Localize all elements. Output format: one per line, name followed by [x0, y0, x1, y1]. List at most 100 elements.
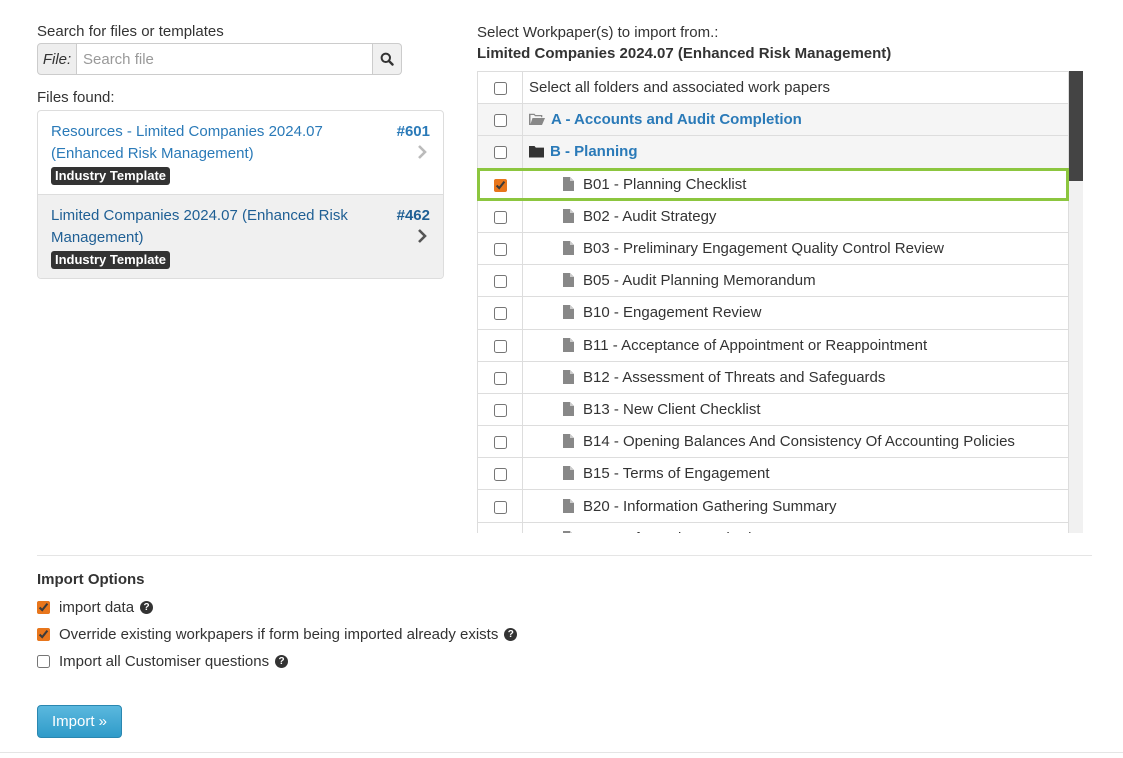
folder-checkbox[interactable] — [493, 146, 507, 160]
file-search-panel: Search for files or templates File: File… — [37, 22, 444, 279]
workpaper-label: B15 - Terms of Engagement — [583, 465, 770, 483]
workpaper-checkbox[interactable] — [493, 436, 507, 450]
workpaper-label: B13 - New Client Checklist — [583, 400, 761, 418]
file-icon — [563, 176, 574, 191]
select-all-label: Select all folders and associated work p… — [522, 71, 1069, 105]
override-existing-checkbox[interactable] — [37, 627, 50, 641]
files-list: Resources - Limited Companies 2024.07 (E… — [37, 110, 444, 279]
workpaper-label: B11 - Acceptance of Appointment or Reapp… — [583, 336, 928, 354]
folder-checkbox[interactable] — [493, 114, 507, 128]
search-label: Search for files or templates — [37, 23, 224, 40]
workpaper-row: B15 - Terms of Engagement — [477, 457, 1069, 491]
industry-template-badge: Industry Template — [51, 167, 171, 185]
import-options-title: Import Options — [37, 571, 145, 588]
workpaper-checkbox[interactable] — [493, 178, 507, 192]
option-label: Import all Customiser questions — [59, 652, 270, 670]
workpaper-row: B05 - Audit Planning Memorandum — [477, 264, 1069, 298]
chevron-right-icon — [418, 229, 427, 243]
file-icon — [563, 241, 574, 256]
option-import-customiser: Import all Customiser questions ? — [37, 651, 517, 671]
file-icon — [563, 434, 574, 449]
file-name: Limited Companies 2024.07 (Enhanced Risk… — [51, 207, 348, 246]
select-all-row: Select all folders and associated work p… — [477, 71, 1069, 105]
workpaper-label: B02 - Audit Strategy — [583, 207, 717, 225]
workpaper-checkbox[interactable] — [493, 500, 507, 514]
file-icon — [563, 530, 573, 533]
search-addon: File: — [37, 43, 77, 75]
scrollbar[interactable] — [1069, 71, 1083, 533]
workpaper-checkbox[interactable] — [493, 307, 507, 321]
folder-link[interactable]: B - Planning — [550, 143, 638, 160]
workpaper-row: B12 - Assessment of Threats and Safeguar… — [477, 360, 1069, 394]
workpaper-label: B05 - Audit Planning Memorandum — [583, 272, 816, 290]
folder-open-icon — [529, 114, 545, 126]
workpaper-row: B11 - Acceptance of Appointment or Reapp… — [477, 328, 1069, 362]
workpaper-panel: Select Workpaper(s) to import from.: Lim… — [477, 22, 1083, 533]
industry-template-badge: Industry Template — [51, 251, 171, 269]
file-number: #462 — [396, 207, 430, 224]
import-options: Import Options import data ? Override ex… — [37, 570, 518, 671]
search-button[interactable] — [373, 43, 402, 75]
file-icon — [563, 305, 574, 320]
workpaper-label: B10 - Engagement Review — [583, 304, 762, 322]
search-group: File: — [37, 43, 402, 75]
search-icon — [380, 52, 394, 66]
files-found-label: Files found: — [37, 89, 115, 106]
workpaper-row: B14 - Opening Balances And Consistency O… — [477, 425, 1069, 459]
workpaper-source-title: Limited Companies 2024.07 (Enhanced Risk… — [477, 45, 892, 62]
folder-link[interactable]: A - Accounts and Audit Completion — [551, 111, 802, 128]
file-name: Resources - Limited Companies 2024.07 (E… — [51, 123, 323, 162]
option-label: import data — [59, 598, 135, 616]
workpaper-label: B01 - Planning Checklist — [583, 175, 747, 193]
file-number: #601 — [396, 123, 430, 140]
file-icon — [563, 466, 574, 481]
workpaper-label: B22 - Information Gathering Request — [583, 530, 828, 533]
workpaper-checkbox[interactable] — [493, 339, 507, 353]
workpaper-label: B12 - Assessment of Threats and Safeguar… — [583, 368, 886, 386]
help-icon[interactable]: ? — [275, 654, 289, 668]
workpaper-checkbox[interactable] — [493, 275, 507, 289]
workpaper-label: B03 - Preliminary Engagement Quality Con… — [583, 240, 944, 258]
import-customiser-checkbox[interactable] — [37, 654, 50, 668]
select-all-checkbox[interactable] — [493, 82, 507, 96]
import-button[interactable]: Import » — [37, 705, 122, 738]
workpaper-checkbox[interactable] — [493, 371, 507, 385]
file-icon — [563, 273, 574, 288]
help-icon[interactable]: ? — [504, 627, 518, 641]
option-label: Override existing workpapers if form bei… — [59, 625, 499, 643]
divider — [37, 555, 1092, 556]
import-data-checkbox[interactable] — [37, 600, 50, 614]
scrollbar-thumb[interactable] — [1069, 71, 1083, 181]
option-import-data: import data ? — [37, 597, 517, 617]
folder-row: B - Planning — [477, 135, 1069, 169]
help-icon[interactable]: ? — [140, 600, 154, 614]
folder-row: A - Accounts and Audit Completion — [477, 103, 1069, 137]
file-icon — [563, 208, 574, 223]
workpaper-scroll-area[interactable]: Select all folders and associated work p… — [477, 71, 1083, 533]
folder-icon — [529, 146, 544, 158]
file-icon — [563, 337, 574, 352]
workpaper-select-label: Select Workpaper(s) to import from.: — [477, 24, 719, 41]
workpaper-row: B13 - New Client Checklist — [477, 392, 1069, 427]
workpaper-row: B22 - Information Gathering Request — [477, 521, 1069, 533]
divider — [0, 752, 1123, 753]
workpaper-row: B03 - Preliminary Engagement Quality Con… — [477, 231, 1069, 266]
file-item[interactable]: Resources - Limited Companies 2024.07 (E… — [38, 111, 443, 195]
file-icon — [563, 498, 574, 513]
workpaper-checkbox[interactable] — [493, 210, 507, 224]
workpaper-row: B02 - Audit Strategy — [477, 199, 1069, 233]
workpaper-table: Select all folders and associated work p… — [477, 71, 1069, 533]
workpaper-row: B20 - Information Gathering Summary — [477, 489, 1069, 523]
workpaper-row: B01 - Planning Checklist — [477, 167, 1069, 201]
workpaper-checkbox[interactable] — [493, 468, 507, 482]
workpaper-label: B14 - Opening Balances And Consistency O… — [583, 433, 1015, 451]
file-icon — [563, 401, 574, 416]
workpaper-checkbox[interactable] — [493, 243, 507, 257]
workpaper-row: B10 - Engagement Review — [477, 296, 1069, 330]
workpaper-label: B20 - Information Gathering Summary — [583, 497, 837, 515]
file-item-selected[interactable]: Limited Companies 2024.07 (Enhanced Risk… — [38, 195, 443, 278]
chevron-right-icon — [418, 145, 427, 159]
search-input[interactable] — [77, 43, 373, 75]
workpaper-checkbox[interactable] — [493, 403, 507, 417]
file-icon — [563, 369, 574, 384]
